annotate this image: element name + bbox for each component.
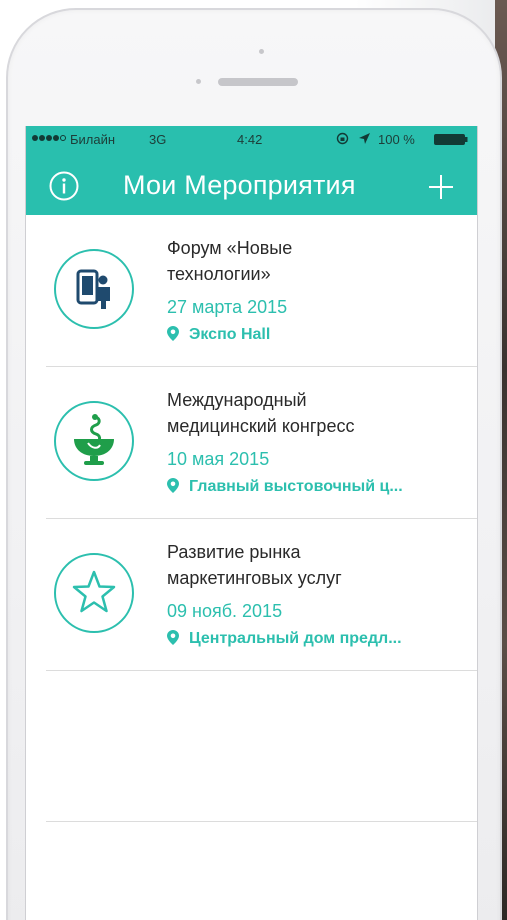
phone-person-icon <box>76 269 110 309</box>
event-name-line: технологии» <box>167 264 271 284</box>
event-date: 27 марта 2015 <box>167 297 288 317</box>
status-time: 4:42 <box>237 132 263 147</box>
location-pin-icon <box>167 478 179 493</box>
battery-percent: 100 % <box>378 132 415 147</box>
event-venue-label: Главный выстовочный ц... <box>189 478 403 495</box>
info-icon[interactable] <box>48 170 80 202</box>
location-arrow-icon <box>359 133 370 144</box>
event-name: Международный медицинский конгресс <box>167 387 467 439</box>
event-row-forum[interactable]: Форум «Новые технологии» 27 марта 2015 Э… <box>26 215 477 366</box>
event-name-line: Международный <box>167 390 307 410</box>
event-venue-label: Экспо Hall <box>189 326 271 343</box>
phone-screen: Билайн 3G 4:42 100 % Мои Мероприятия Фор… <box>25 126 478 920</box>
front-camera <box>259 49 264 54</box>
scene: Билайн 3G 4:42 100 % Мои Мероприятия Фор… <box>0 0 507 920</box>
network-type: 3G <box>149 132 167 147</box>
event-row-marketing[interactable]: Развитие рынка маркетинговых услуг 09 но… <box>26 519 477 670</box>
plus-icon[interactable] <box>426 172 456 202</box>
event-venue: Экспо Hall <box>167 326 270 344</box>
rotation-lock-icon <box>336 132 349 145</box>
event-name-line: Форум «Новые <box>167 238 293 258</box>
event-name: Форум «Новые технологии» <box>167 235 467 287</box>
event-name: Развитие рынка маркетинговых услуг <box>167 539 467 591</box>
location-pin-icon <box>167 630 179 645</box>
row-divider <box>46 670 477 671</box>
event-name-line: медицинский конгресс <box>167 416 355 436</box>
battery-icon <box>434 134 468 145</box>
signal-strength-icon <box>32 135 66 141</box>
event-name-line: маркетинговых услуг <box>167 568 342 588</box>
event-date: 10 мая 2015 <box>167 449 270 469</box>
event-venue-label: Центральный дом предл... <box>189 630 402 647</box>
app-header: Билайн 3G 4:42 100 % Мои Мероприятия <box>26 126 477 215</box>
medical-bowl-icon <box>74 414 114 465</box>
star-icon <box>72 570 116 613</box>
status-bar: Билайн 3G 4:42 100 % <box>26 126 477 152</box>
event-name-line: Развитие рынка <box>167 542 301 562</box>
event-venue: Центральный дом предл... <box>167 630 402 648</box>
event-venue: Главный выстовочный ц... <box>167 478 403 496</box>
event-date: 09 нояб. 2015 <box>167 601 283 621</box>
row-divider <box>46 821 477 822</box>
event-icon-circle <box>54 553 134 633</box>
location-pin-icon <box>167 326 179 341</box>
carrier-name: Билайн <box>70 132 116 147</box>
event-icon-circle <box>54 249 134 329</box>
proximity-sensor <box>196 79 201 84</box>
page-title: Мои Мероприятия <box>123 170 356 200</box>
event-icon-circle <box>54 401 134 481</box>
earpiece-speaker <box>218 78 298 86</box>
event-row-congress[interactable]: Международный медицинский конгресс 10 ма… <box>26 367 477 518</box>
